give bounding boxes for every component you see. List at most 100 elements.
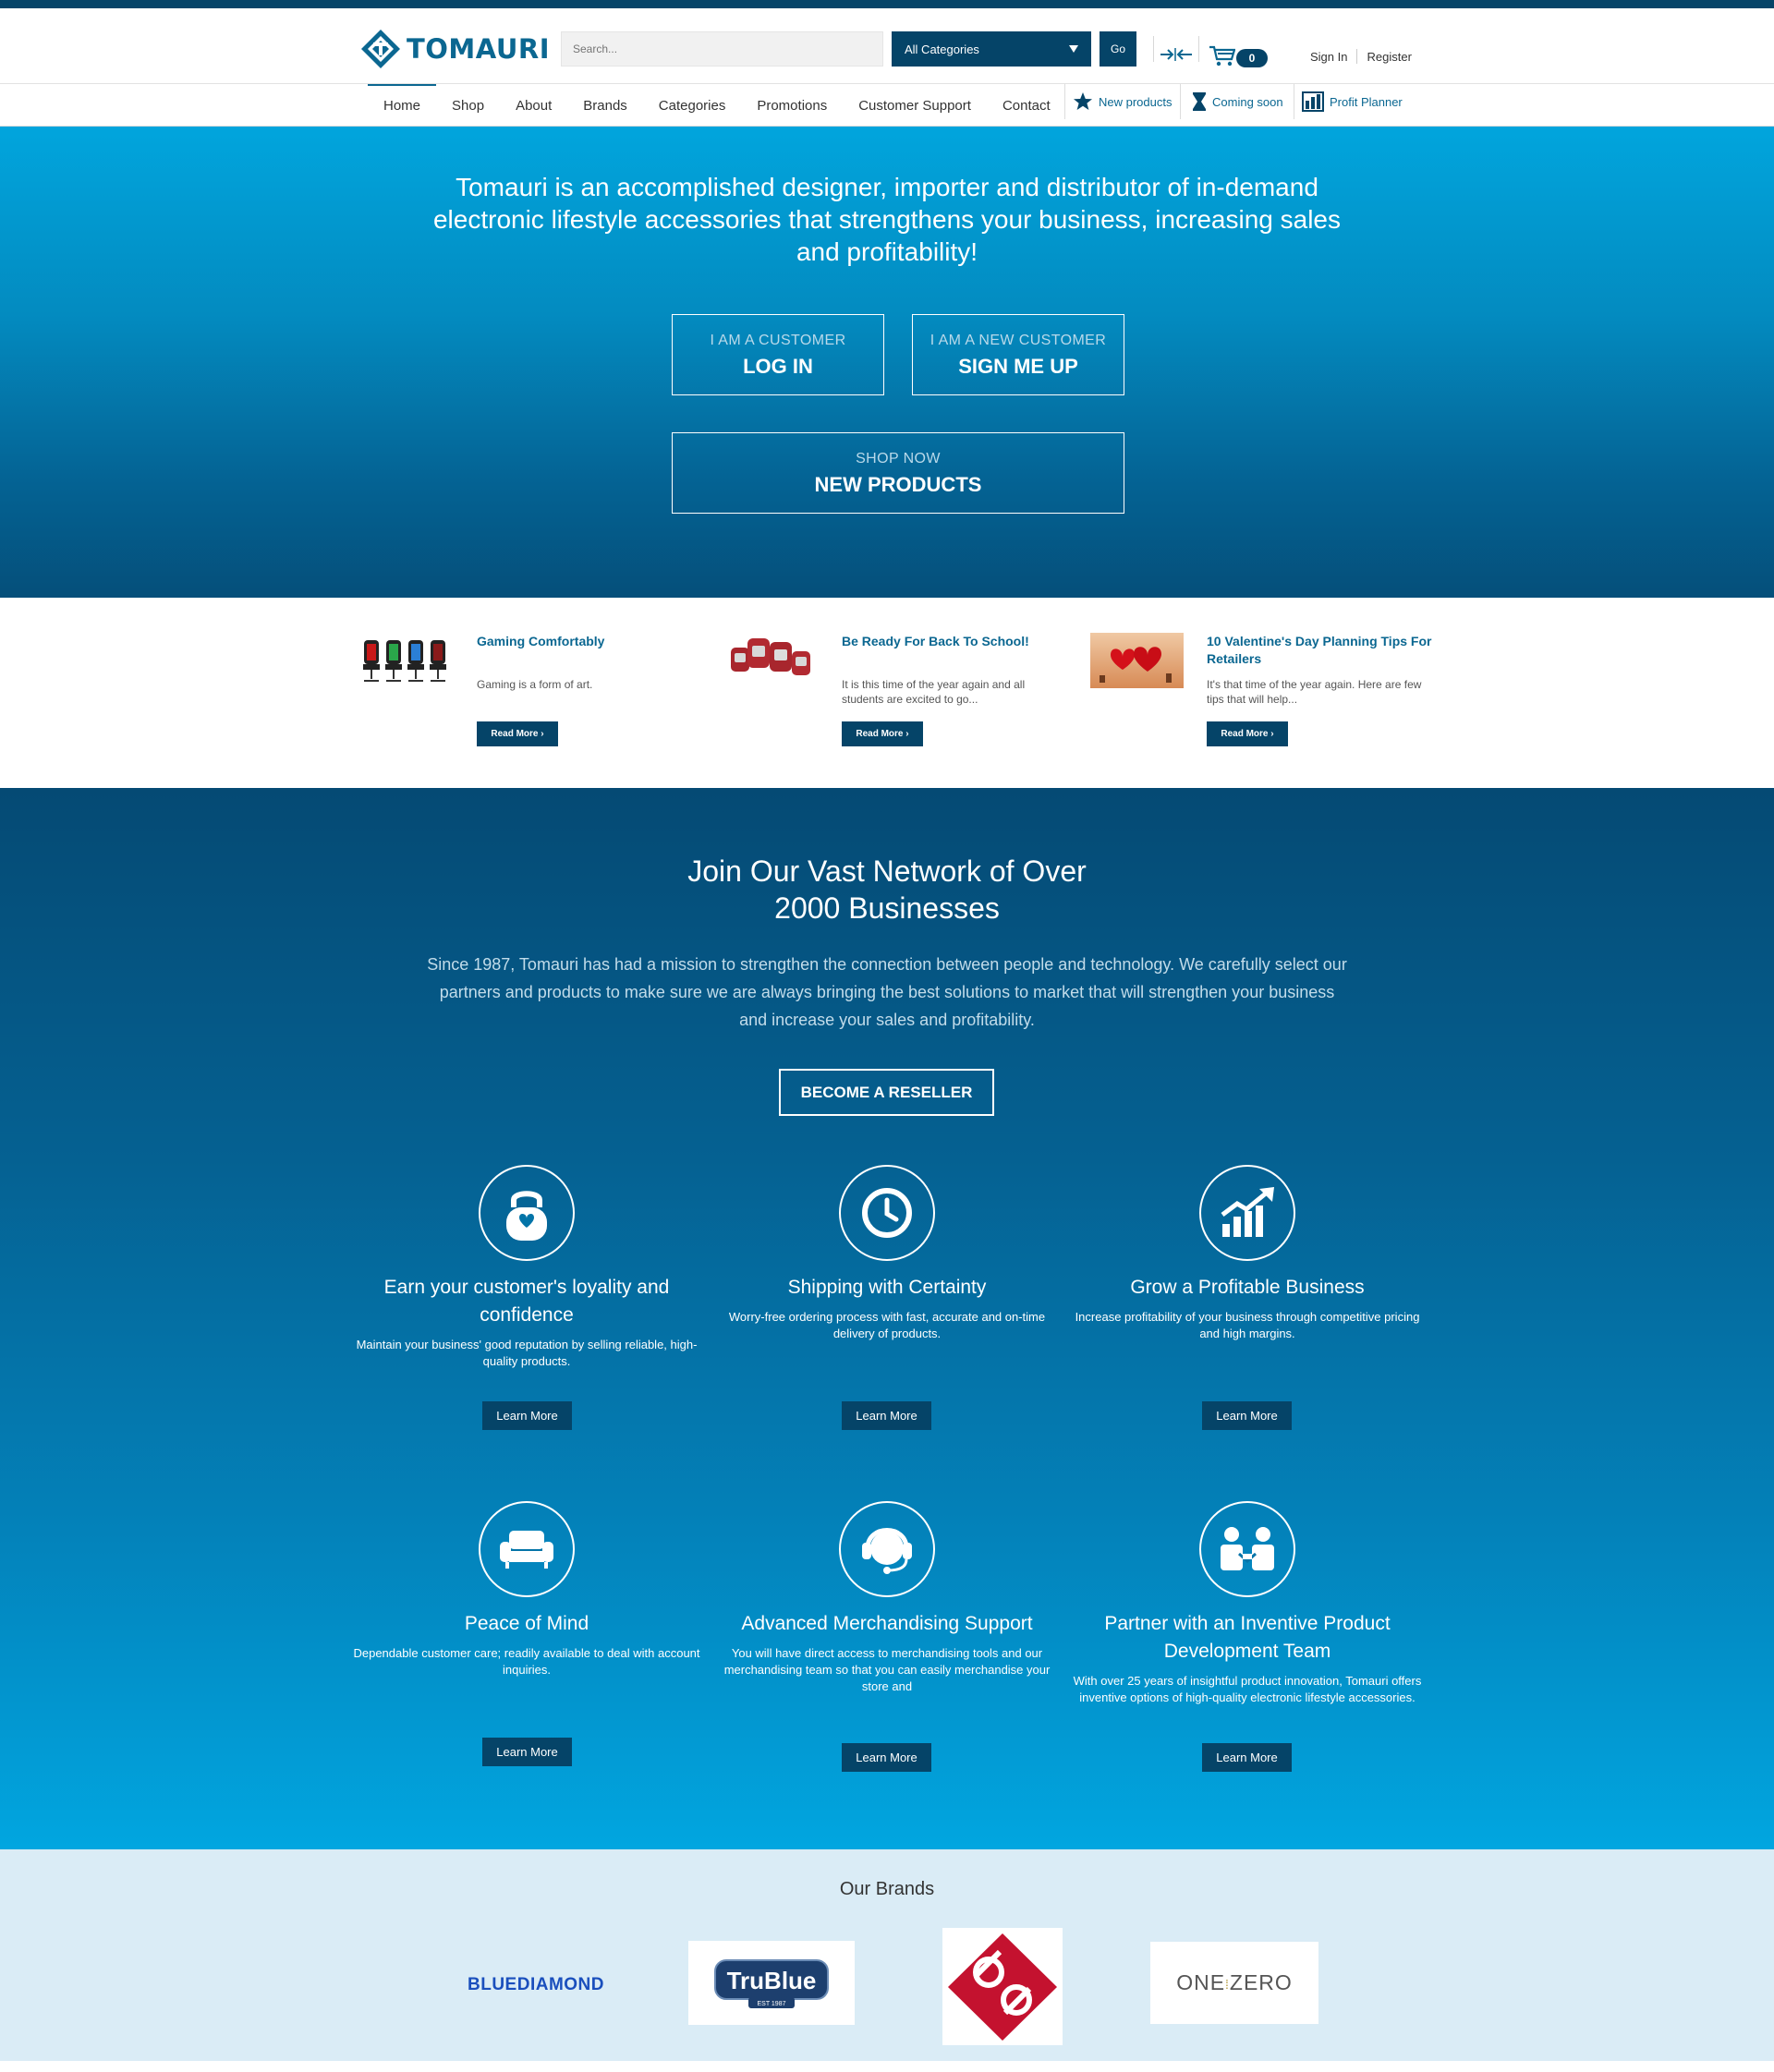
register-link[interactable]: Register (1367, 50, 1411, 64)
nav-contact[interactable]: Contact (987, 84, 1066, 127)
nav-home[interactable]: Home (368, 84, 437, 127)
headset-icon (839, 1501, 935, 1597)
feature-description: Dependable customer care; readily availa… (353, 1646, 700, 1677)
feature-description: Maintain your business' good reputation … (356, 1338, 698, 1368)
learn-more-button[interactable]: Learn More (482, 1401, 572, 1430)
network-title: Join Our Vast Network of Over 2000 Busin… (517, 853, 1257, 927)
gaming-chairs-thumbnail[interactable] (360, 633, 454, 688)
top-stripe (0, 0, 1774, 8)
backpacks-thumbnail[interactable] (725, 633, 819, 688)
hero-text: Tomauri is an accomplished designer, imp… (432, 173, 1342, 266)
trublue-badge: TruBlue EST 1987 (714, 1958, 829, 2008)
feature-merchandising: Advanced Merchandising Support You will … (711, 1501, 1063, 1695)
new-customer-signup-button[interactable]: I AM A NEW CUSTOMER SIGN ME UP (912, 314, 1124, 395)
logo-brand-logo[interactable] (942, 1928, 1063, 2045)
clock-icon (839, 1165, 935, 1261)
cart-icon[interactable] (1209, 45, 1235, 67)
trublue-logo[interactable]: TruBlue EST 1987 (688, 1941, 855, 2025)
divider (1153, 36, 1154, 62)
one-zero-logo[interactable]: ONE⁞ZERO (1150, 1942, 1318, 2024)
nav-about[interactable]: About (500, 84, 567, 127)
hero-section: Tomauri is an accomplished designer, imp… (0, 127, 1774, 598)
feature-peace-of-mind: Peace of Mind Dependable customer care; … (351, 1501, 702, 1678)
logo-diamond-mark (948, 1933, 1057, 2041)
network-title-line2: 2000 Businesses (774, 891, 1000, 925)
hourglass-icon (1193, 92, 1206, 111)
feature-partner: Partner with an Inventive Product Develo… (1072, 1501, 1423, 1706)
blog-post-title[interactable]: Be Ready For Back To School! (842, 633, 1073, 650)
network-description: Since 1987, Tomauri has had a mission to… (427, 955, 1347, 1029)
sofa-icon (479, 1501, 575, 1597)
read-more-button[interactable]: Read More › (477, 721, 558, 746)
logo-mark-icon (361, 30, 400, 68)
feature-description: Worry-free ordering process with fast, a… (728, 1310, 1046, 1340)
blue-diamond-logo[interactable]: BLUEDIAMOND (444, 1962, 628, 2008)
blog-post-excerpt: Gaming is a form of art. (477, 678, 593, 691)
become-reseller-button[interactable]: BECOME A RESELLER (779, 1069, 994, 1116)
blog-post-title[interactable]: 10 Valentine's Day Planning Tips For Ret… (1207, 633, 1438, 668)
customer-login-button[interactable]: I AM A CUSTOMER LOG IN (672, 314, 884, 395)
new-products-link[interactable]: New products (1073, 91, 1172, 112)
blue-diamond-wordmark: BLUEDIAMOND (468, 1975, 604, 1994)
read-more-button[interactable]: Read More › (842, 721, 923, 746)
trublue-wordmark: TruBlue (727, 1967, 817, 1994)
nav-shop[interactable]: Shop (436, 84, 500, 127)
shop-now-caption: SHOP NOW (856, 451, 941, 467)
main-nav: Home Shop About Brands Categories Promot… (0, 84, 1774, 127)
category-select[interactable]: All Categories (892, 31, 1091, 67)
customer-login-caption: I AM A CUSTOMER (710, 333, 846, 348)
one-zero-wordmark: ONE⁞ZERO (1176, 1970, 1293, 1995)
blog-post-excerpt: It is this time of the year again and al… (842, 678, 1026, 706)
feature-title: Earn your customer's loyality and confid… (383, 1277, 670, 1326)
new-customer-label: SIGN ME UP (958, 355, 1078, 378)
valentines-hearts-thumbnail[interactable] (1090, 633, 1184, 688)
divider (1064, 84, 1065, 119)
learn-more-button[interactable]: Learn More (1202, 1401, 1292, 1430)
brands-title: Our Brands (839, 1879, 935, 1899)
nav-customer-support[interactable]: Customer Support (843, 84, 987, 127)
feature-description: You will have direct access to merchandi… (723, 1646, 1051, 1693)
feature-title: Peace of Mind (464, 1613, 589, 1634)
brands-section: Our Brands BLUEDIAMOND TruBlue EST 1987 … (0, 1849, 1774, 2061)
learn-more-button[interactable]: Learn More (842, 1401, 931, 1430)
sign-in-link[interactable]: Sign In (1310, 50, 1347, 64)
customer-login-label: LOG IN (743, 355, 813, 378)
learn-more-button[interactable]: Learn More (482, 1738, 572, 1766)
new-customer-caption: I AM A NEW CUSTOMER (930, 333, 1107, 348)
account-links: Sign In Register (1310, 49, 1412, 64)
blog-post-title[interactable]: Gaming Comfortably (477, 633, 708, 650)
logo[interactable]: TOMAURI (360, 29, 550, 69)
compare-icon[interactable] (1160, 47, 1192, 62)
feature-title: Partner with an Inventive Product Develo… (1104, 1613, 1391, 1662)
read-more-button[interactable]: Read More › (1207, 721, 1288, 746)
learn-more-button[interactable]: Learn More (1202, 1743, 1292, 1772)
header: TOMAURI All Categories Go 0 Sign In Regi… (0, 8, 1774, 84)
trublue-est: EST 1987 (757, 2001, 785, 2007)
blog-section: Gaming Comfortably Gaming is a form of a… (0, 598, 1774, 788)
divider (1198, 36, 1199, 62)
feature-growth: Grow a Profitable Business Increase prof… (1072, 1165, 1423, 1342)
profit-planner-link[interactable]: Profit Planner (1302, 91, 1403, 112)
logo-text: TOMAURI (407, 33, 551, 65)
partners-icon (1199, 1501, 1295, 1597)
lock-heart-icon (479, 1165, 575, 1261)
profit-planner-label: Profit Planner (1330, 94, 1403, 109)
planner-chart-icon (1302, 91, 1324, 112)
feature-description: With over 25 years of insightful product… (1073, 1674, 1422, 1704)
category-label: All Categories (905, 42, 979, 56)
nav-brands[interactable]: Brands (567, 84, 643, 127)
coming-soon-link[interactable]: Coming soon (1192, 91, 1283, 112)
go-button[interactable]: Go (1100, 31, 1136, 67)
one-zero-part-zero: ZERO (1229, 1970, 1293, 1994)
new-products-label: New products (1099, 94, 1173, 109)
nav-promotions[interactable]: Promotions (741, 84, 843, 127)
learn-more-button[interactable]: Learn More (842, 1743, 931, 1772)
feature-shipping: Shipping with Certainty Worry-free order… (711, 1165, 1063, 1342)
search-input[interactable] (561, 31, 883, 67)
feature-loyalty: Earn your customer's loyality and confid… (351, 1165, 702, 1370)
cart-count-badge[interactable]: 0 (1236, 49, 1268, 67)
star-icon (1074, 92, 1092, 110)
nav-categories[interactable]: Categories (643, 84, 742, 127)
dropdown-triangle-icon (1069, 45, 1078, 53)
shop-new-products-button[interactable]: SHOP NOW NEW PRODUCTS (672, 432, 1124, 514)
